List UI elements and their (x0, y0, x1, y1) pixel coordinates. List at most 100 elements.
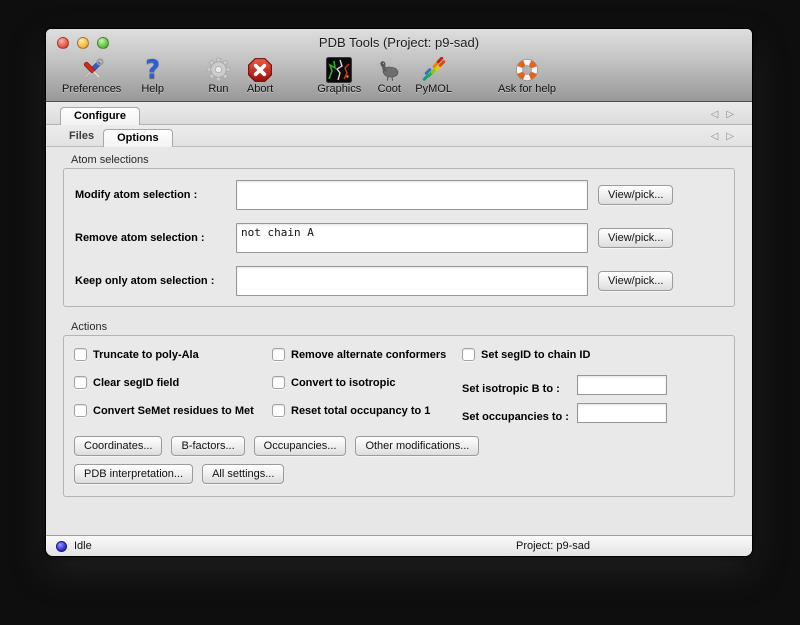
toolbar-label: Ask for help (498, 83, 556, 95)
checkbox-reset-total-occupancy[interactable]: Reset total occupancy to 1 (272, 404, 430, 417)
checkbox-box[interactable] (272, 376, 285, 389)
remove-viewpick-button[interactable]: View/pick... (598, 228, 673, 248)
checkbox-label: Set segID to chain ID (481, 349, 590, 361)
checkbox-clear-segid-field[interactable]: Clear segID field (74, 376, 179, 389)
zoom-button[interactable] (97, 37, 109, 49)
checkbox-label: Convert to isotropic (291, 377, 396, 389)
set-isotropic-b-input[interactable] (577, 375, 667, 395)
graphics-icon (326, 56, 352, 83)
set-occupancies-input[interactable] (577, 403, 667, 423)
actions-buttons-row-1: Coordinates... B-factors... Occupancies.… (74, 432, 724, 460)
atom-selections-group: Modify atom selection : View/pick... Rem… (63, 168, 735, 307)
toolbar-label: PyMOL (415, 83, 452, 95)
tab-options[interactable]: Options (103, 129, 173, 147)
tab-scroll-right-icon[interactable]: ▷ (726, 109, 742, 120)
toolbar-item-coot[interactable]: Coot (375, 56, 403, 95)
keep-viewpick-button[interactable]: View/pick... (598, 271, 673, 291)
checkbox-remove-alternate-conformers[interactable]: Remove alternate conformers (272, 348, 446, 361)
checkbox-box[interactable] (74, 348, 87, 361)
keep-selection-label: Keep only atom selection : (74, 275, 236, 287)
group-label-actions: Actions (71, 321, 735, 333)
other-modifications-button[interactable]: Other modifications... (355, 436, 479, 456)
pdb-interpretation-button[interactable]: PDB interpretation... (74, 464, 193, 484)
toolbar-label: Graphics (317, 83, 361, 95)
tab-configure[interactable]: Configure (60, 107, 140, 125)
toolbar-item-pymol[interactable]: PyMOL (415, 56, 452, 95)
modify-selection-row: Modify atom selection : View/pick... (74, 180, 724, 210)
tab-scroll-left-icon[interactable]: ◁ (711, 131, 727, 142)
project-label: Project: p9-sad (516, 540, 590, 552)
app-window: PDB Tools (Project: p9-sad) (45, 28, 753, 557)
checkbox-box[interactable] (272, 404, 285, 417)
tab-scroll-arrows: ◁▷ (711, 109, 742, 120)
toolbar-item-ask-for-help[interactable]: Ask for help (498, 56, 556, 95)
set-isotropic-b-label: Set isotropic B to : (462, 383, 560, 395)
lifebuoy-icon (514, 56, 540, 83)
checkbox-box[interactable] (74, 404, 87, 417)
actions-row-1: Truncate to poly-Ala Remove alternate co… (74, 344, 724, 372)
help-icon: ? (145, 56, 160, 83)
modify-selection-input[interactable] (236, 180, 588, 210)
toolbar-label: Coot (378, 83, 401, 95)
toolbar-item-preferences[interactable]: Preferences (62, 56, 121, 95)
title-bar[interactable]: PDB Tools (Project: p9-sad) (46, 29, 752, 56)
checkbox-set-segid-to-chain-id[interactable]: Set segID to chain ID (462, 348, 590, 361)
tab-scroll-left-icon[interactable]: ◁ (711, 109, 727, 120)
toolbar-label: Run (208, 83, 228, 95)
traffic-lights (57, 37, 109, 49)
minimize-button[interactable] (77, 37, 89, 49)
tab-scroll-right-icon[interactable]: ▷ (726, 131, 742, 142)
remove-selection-label: Remove atom selection : (74, 232, 236, 244)
actions-group: Truncate to poly-Ala Remove alternate co… (63, 335, 735, 497)
checkbox-truncate-poly-ala[interactable]: Truncate to poly-Ala (74, 348, 199, 361)
keep-selection-input[interactable] (236, 266, 588, 296)
checkbox-box[interactable] (272, 348, 285, 361)
remove-selection-input[interactable] (236, 223, 588, 253)
run-icon (206, 56, 231, 83)
occupancies-button[interactable]: Occupancies... (254, 436, 347, 456)
tab-files[interactable]: Files (60, 128, 103, 146)
window-header: PDB Tools (Project: p9-sad) (46, 29, 752, 102)
modify-viewpick-button[interactable]: View/pick... (598, 185, 673, 205)
toolbar-item-abort[interactable]: Abort (247, 56, 273, 95)
pymol-icon (421, 56, 447, 83)
keep-selection-row: Keep only atom selection : View/pick... (74, 266, 724, 296)
checkbox-label: Clear segID field (93, 377, 179, 389)
checkbox-convert-to-isotropic[interactable]: Convert to isotropic (272, 376, 396, 389)
checkbox-box[interactable] (462, 348, 475, 361)
coordinates-button[interactable]: Coordinates... (74, 436, 162, 456)
checkbox-label: Reset total occupancy to 1 (291, 405, 430, 417)
remove-selection-row: Remove atom selection : View/pick... (74, 223, 724, 253)
status-bar: Idle Project: p9-sad (46, 535, 752, 556)
modify-selection-label: Modify atom selection : (74, 189, 236, 201)
abort-icon (247, 56, 273, 83)
toolbar-label: Abort (247, 83, 273, 95)
toolbar-label: Help (141, 83, 164, 95)
toolbar-item-help[interactable]: ? Help (141, 56, 164, 95)
b-factors-button[interactable]: B-factors... (171, 436, 244, 456)
actions-buttons-row-2: PDB interpretation... All settings... (74, 460, 724, 488)
group-label-atom-selections: Atom selections (71, 154, 735, 166)
status-text: Idle (74, 540, 92, 552)
toolbar-label: Preferences (62, 83, 121, 95)
close-button[interactable] (57, 37, 69, 49)
checkbox-convert-semet-to-met[interactable]: Convert SeMet residues to Met (74, 404, 254, 417)
toolbar-item-run[interactable]: Run (206, 56, 231, 95)
preferences-icon (79, 56, 105, 83)
toolbar-item-graphics[interactable]: Graphics (317, 56, 361, 95)
checkbox-label: Remove alternate conformers (291, 349, 446, 361)
actions-row-2: Clear segID field Convert to isotropic S… (74, 372, 724, 400)
set-isotropic-b-labelwrap: Set isotropic B to : (462, 379, 560, 397)
actions-row-3: Convert SeMet residues to Met Reset tota… (74, 400, 724, 428)
checkbox-box[interactable] (74, 376, 87, 389)
window-title: PDB Tools (Project: p9-sad) (46, 29, 752, 56)
tab-scroll-arrows: ◁▷ (711, 131, 742, 142)
checkbox-label: Truncate to poly-Ala (93, 349, 199, 361)
options-pane: Atom selections Modify atom selection : … (46, 147, 752, 535)
set-occupancies-label: Set occupancies to : (462, 411, 569, 423)
all-settings-button[interactable]: All settings... (202, 464, 284, 484)
status-led-icon (56, 541, 67, 552)
outer-tab-bar: Configure ◁▷ (46, 102, 752, 125)
toolbar: Preferences ? Help (46, 56, 752, 101)
checkbox-label: Convert SeMet residues to Met (93, 405, 254, 417)
